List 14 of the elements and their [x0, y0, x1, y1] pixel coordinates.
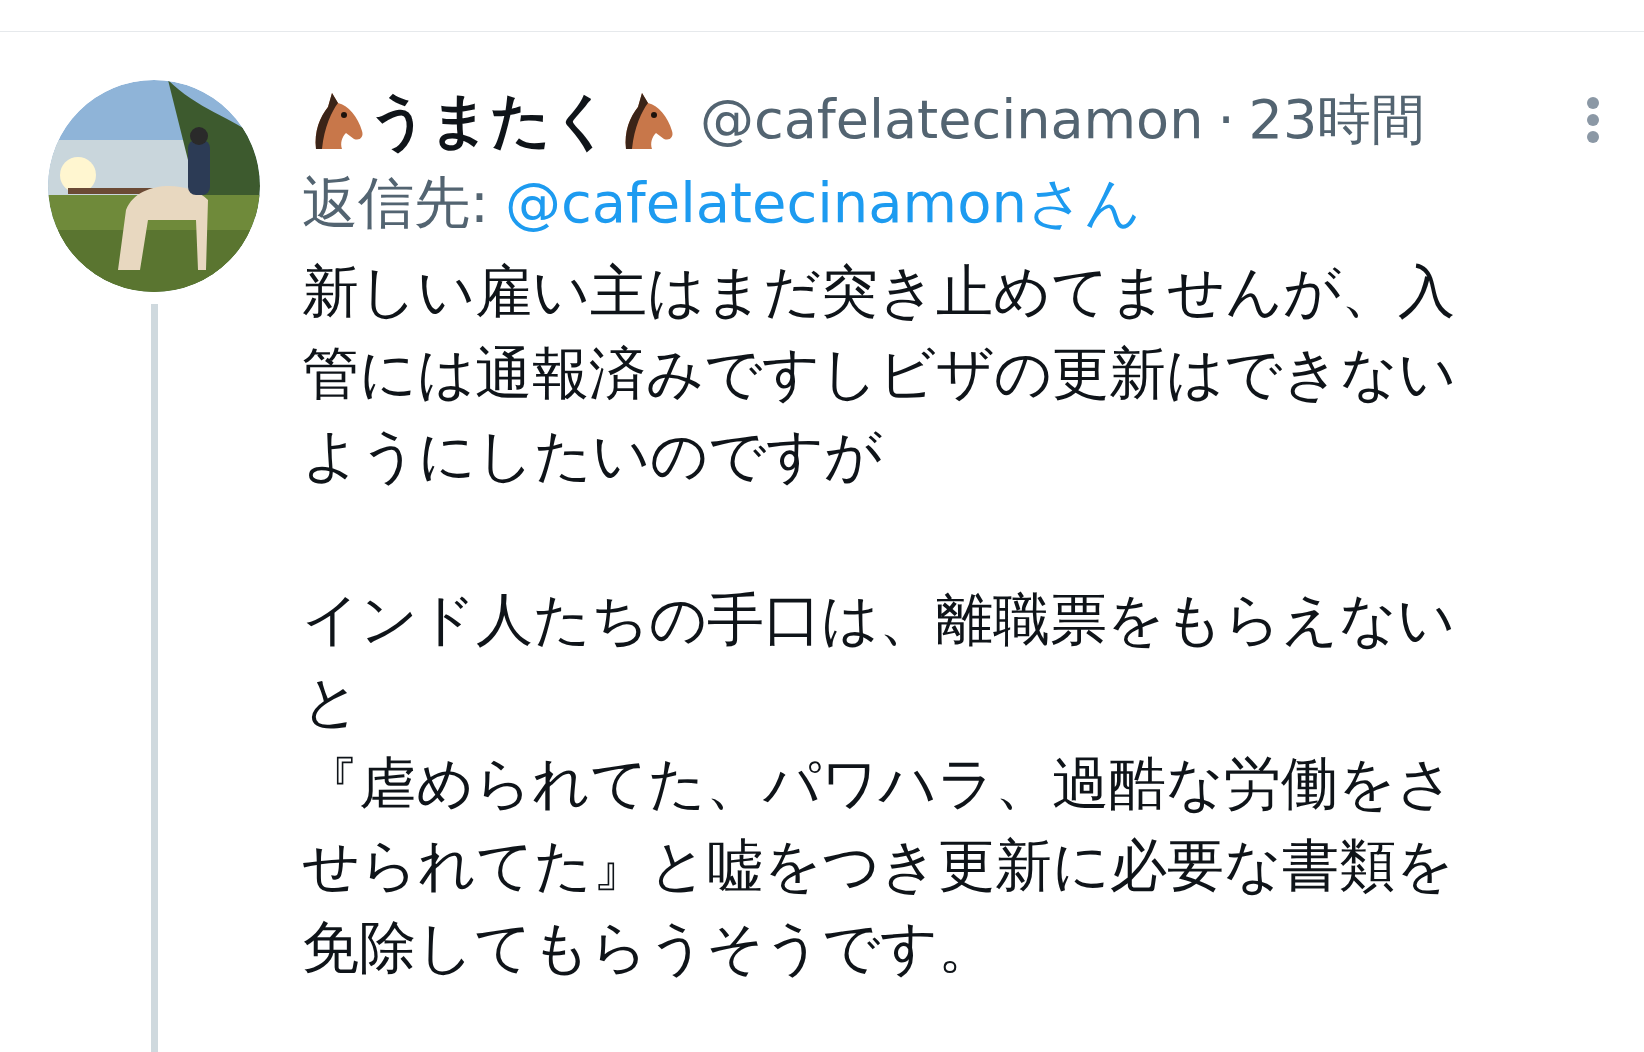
separator: · [1217, 93, 1235, 147]
post-text-line: 新しい雇い主はまだ突き止めてませんが、入 [302, 257, 1456, 326]
more-options-icon[interactable] [1586, 96, 1600, 144]
post-text-line: インド人たちの手口は、離職票をもらえない [302, 585, 1456, 654]
user-handle: @cafelatecinamon [700, 93, 1204, 147]
post-text-line: 管には通報済みですしビザの更新はできない [302, 339, 1457, 408]
post-text-line: 『虐められてた、パワハラ、過酷な労働をさ [302, 749, 1455, 818]
post-text-line: と [302, 667, 361, 736]
post-time: 23時間 [1248, 93, 1426, 147]
reply-to-link[interactable]: @cafelatecinamonさん [504, 161, 1141, 245]
post-text-line: 免除してもらうそうです。 [302, 913, 996, 982]
post-text-line: ようにしたいのですが [302, 421, 883, 490]
post-text-line: せられてた』と嘘をつき更新に必要な書類を [302, 831, 1455, 900]
reply-label: 返信先: [302, 169, 489, 237]
